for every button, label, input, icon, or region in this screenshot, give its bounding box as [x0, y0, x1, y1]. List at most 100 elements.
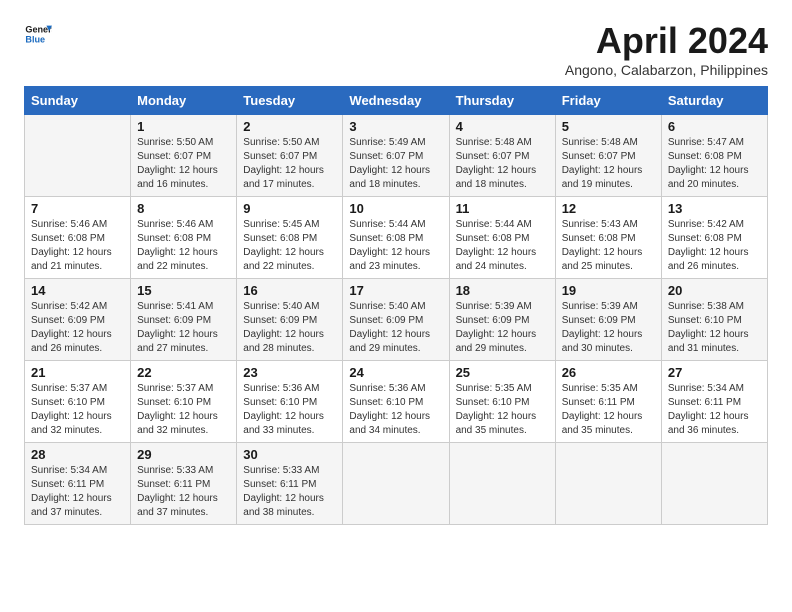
day-number: 20 — [668, 283, 761, 298]
day-detail: Sunrise: 5:33 AMSunset: 6:11 PMDaylight:… — [243, 465, 324, 518]
day-number: 13 — [668, 201, 761, 216]
day-number: 16 — [243, 283, 336, 298]
day-detail: Sunrise: 5:33 AMSunset: 6:11 PMDaylight:… — [137, 465, 218, 518]
calendar-cell: 3 Sunrise: 5:49 AMSunset: 6:07 PMDayligh… — [343, 115, 449, 197]
calendar-cell: 18 Sunrise: 5:39 AMSunset: 6:09 PMDaylig… — [449, 279, 555, 361]
day-detail: Sunrise: 5:37 AMSunset: 6:10 PMDaylight:… — [137, 383, 218, 436]
calendar-cell: 26 Sunrise: 5:35 AMSunset: 6:11 PMDaylig… — [555, 361, 661, 443]
calendar-cell: 24 Sunrise: 5:36 AMSunset: 6:10 PMDaylig… — [343, 361, 449, 443]
day-detail: Sunrise: 5:40 AMSunset: 6:09 PMDaylight:… — [349, 301, 430, 354]
week-row-1: 1 Sunrise: 5:50 AMSunset: 6:07 PMDayligh… — [25, 115, 768, 197]
calendar-cell: 1 Sunrise: 5:50 AMSunset: 6:07 PMDayligh… — [131, 115, 237, 197]
calendar-cell: 27 Sunrise: 5:34 AMSunset: 6:11 PMDaylig… — [661, 361, 767, 443]
header-thursday: Thursday — [449, 87, 555, 115]
day-detail: Sunrise: 5:39 AMSunset: 6:09 PMDaylight:… — [456, 301, 537, 354]
calendar-cell: 12 Sunrise: 5:43 AMSunset: 6:08 PMDaylig… — [555, 197, 661, 279]
day-number: 6 — [668, 119, 761, 134]
calendar-cell: 19 Sunrise: 5:39 AMSunset: 6:09 PMDaylig… — [555, 279, 661, 361]
day-detail: Sunrise: 5:36 AMSunset: 6:10 PMDaylight:… — [349, 383, 430, 436]
day-number: 15 — [137, 283, 230, 298]
day-number: 24 — [349, 365, 442, 380]
calendar-cell: 2 Sunrise: 5:50 AMSunset: 6:07 PMDayligh… — [237, 115, 343, 197]
calendar-cell: 23 Sunrise: 5:36 AMSunset: 6:10 PMDaylig… — [237, 361, 343, 443]
day-detail: Sunrise: 5:36 AMSunset: 6:10 PMDaylight:… — [243, 383, 324, 436]
day-number: 25 — [456, 365, 549, 380]
day-number: 27 — [668, 365, 761, 380]
svg-text:Blue: Blue — [25, 34, 45, 44]
day-detail: Sunrise: 5:37 AMSunset: 6:10 PMDaylight:… — [31, 383, 112, 436]
logo-icon: General Blue — [24, 20, 52, 48]
calendar-header-row: SundayMondayTuesdayWednesdayThursdayFrid… — [25, 87, 768, 115]
day-number: 19 — [562, 283, 655, 298]
calendar-cell: 14 Sunrise: 5:42 AMSunset: 6:09 PMDaylig… — [25, 279, 131, 361]
day-number: 22 — [137, 365, 230, 380]
calendar-cell — [25, 115, 131, 197]
day-number: 23 — [243, 365, 336, 380]
day-number: 5 — [562, 119, 655, 134]
week-row-3: 14 Sunrise: 5:42 AMSunset: 6:09 PMDaylig… — [25, 279, 768, 361]
day-number: 3 — [349, 119, 442, 134]
calendar-cell: 20 Sunrise: 5:38 AMSunset: 6:10 PMDaylig… — [661, 279, 767, 361]
day-number: 9 — [243, 201, 336, 216]
day-number: 12 — [562, 201, 655, 216]
day-detail: Sunrise: 5:50 AMSunset: 6:07 PMDaylight:… — [137, 137, 218, 190]
day-number: 8 — [137, 201, 230, 216]
page-header: General Blue April 2024 Angono, Calabarz… — [24, 20, 768, 78]
day-detail: Sunrise: 5:34 AMSunset: 6:11 PMDaylight:… — [668, 383, 749, 436]
day-detail: Sunrise: 5:48 AMSunset: 6:07 PMDaylight:… — [562, 137, 643, 190]
calendar-cell: 6 Sunrise: 5:47 AMSunset: 6:08 PMDayligh… — [661, 115, 767, 197]
day-detail: Sunrise: 5:39 AMSunset: 6:09 PMDaylight:… — [562, 301, 643, 354]
day-number: 7 — [31, 201, 124, 216]
calendar-body: 1 Sunrise: 5:50 AMSunset: 6:07 PMDayligh… — [25, 115, 768, 525]
calendar-cell: 10 Sunrise: 5:44 AMSunset: 6:08 PMDaylig… — [343, 197, 449, 279]
calendar-cell: 22 Sunrise: 5:37 AMSunset: 6:10 PMDaylig… — [131, 361, 237, 443]
calendar-cell: 13 Sunrise: 5:42 AMSunset: 6:08 PMDaylig… — [661, 197, 767, 279]
day-detail: Sunrise: 5:35 AMSunset: 6:10 PMDaylight:… — [456, 383, 537, 436]
week-row-4: 21 Sunrise: 5:37 AMSunset: 6:10 PMDaylig… — [25, 361, 768, 443]
calendar-cell: 25 Sunrise: 5:35 AMSunset: 6:10 PMDaylig… — [449, 361, 555, 443]
week-row-2: 7 Sunrise: 5:46 AMSunset: 6:08 PMDayligh… — [25, 197, 768, 279]
day-number: 29 — [137, 447, 230, 462]
day-number: 30 — [243, 447, 336, 462]
day-number: 1 — [137, 119, 230, 134]
day-detail: Sunrise: 5:44 AMSunset: 6:08 PMDaylight:… — [349, 219, 430, 272]
day-detail: Sunrise: 5:48 AMSunset: 6:07 PMDaylight:… — [456, 137, 537, 190]
week-row-5: 28 Sunrise: 5:34 AMSunset: 6:11 PMDaylig… — [25, 443, 768, 525]
calendar-cell — [449, 443, 555, 525]
day-detail: Sunrise: 5:47 AMSunset: 6:08 PMDaylight:… — [668, 137, 749, 190]
calendar-cell: 16 Sunrise: 5:40 AMSunset: 6:09 PMDaylig… — [237, 279, 343, 361]
day-number: 14 — [31, 283, 124, 298]
calendar-cell: 28 Sunrise: 5:34 AMSunset: 6:11 PMDaylig… — [25, 443, 131, 525]
day-detail: Sunrise: 5:46 AMSunset: 6:08 PMDaylight:… — [31, 219, 112, 272]
day-number: 21 — [31, 365, 124, 380]
day-detail: Sunrise: 5:45 AMSunset: 6:08 PMDaylight:… — [243, 219, 324, 272]
day-number: 4 — [456, 119, 549, 134]
month-title: April 2024 — [565, 20, 768, 62]
calendar-cell: 8 Sunrise: 5:46 AMSunset: 6:08 PMDayligh… — [131, 197, 237, 279]
day-number: 28 — [31, 447, 124, 462]
header-saturday: Saturday — [661, 87, 767, 115]
day-detail: Sunrise: 5:34 AMSunset: 6:11 PMDaylight:… — [31, 465, 112, 518]
calendar-cell: 4 Sunrise: 5:48 AMSunset: 6:07 PMDayligh… — [449, 115, 555, 197]
day-detail: Sunrise: 5:46 AMSunset: 6:08 PMDaylight:… — [137, 219, 218, 272]
day-detail: Sunrise: 5:42 AMSunset: 6:08 PMDaylight:… — [668, 219, 749, 272]
header-wednesday: Wednesday — [343, 87, 449, 115]
calendar-cell: 7 Sunrise: 5:46 AMSunset: 6:08 PMDayligh… — [25, 197, 131, 279]
title-section: April 2024 Angono, Calabarzon, Philippin… — [565, 20, 768, 78]
calendar-cell: 11 Sunrise: 5:44 AMSunset: 6:08 PMDaylig… — [449, 197, 555, 279]
day-number: 17 — [349, 283, 442, 298]
day-detail: Sunrise: 5:42 AMSunset: 6:09 PMDaylight:… — [31, 301, 112, 354]
logo: General Blue — [24, 20, 52, 48]
day-detail: Sunrise: 5:40 AMSunset: 6:09 PMDaylight:… — [243, 301, 324, 354]
calendar-cell — [343, 443, 449, 525]
calendar-cell: 21 Sunrise: 5:37 AMSunset: 6:10 PMDaylig… — [25, 361, 131, 443]
calendar-cell: 17 Sunrise: 5:40 AMSunset: 6:09 PMDaylig… — [343, 279, 449, 361]
header-sunday: Sunday — [25, 87, 131, 115]
location-subtitle: Angono, Calabarzon, Philippines — [565, 62, 768, 78]
day-detail: Sunrise: 5:41 AMSunset: 6:09 PMDaylight:… — [137, 301, 218, 354]
day-number: 2 — [243, 119, 336, 134]
calendar-cell — [555, 443, 661, 525]
calendar-cell: 15 Sunrise: 5:41 AMSunset: 6:09 PMDaylig… — [131, 279, 237, 361]
day-number: 11 — [456, 201, 549, 216]
day-detail: Sunrise: 5:50 AMSunset: 6:07 PMDaylight:… — [243, 137, 324, 190]
